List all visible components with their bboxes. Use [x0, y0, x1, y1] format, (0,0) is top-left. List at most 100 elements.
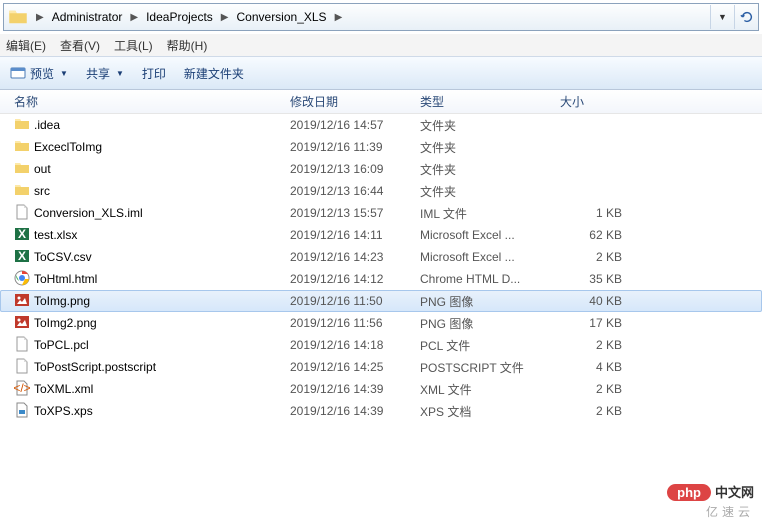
file-name: ToPCL.pcl [34, 338, 89, 352]
file-name: ToCSV.csv [34, 250, 92, 264]
file-row[interactable]: .idea 2019/12/16 14:57文件夹 [0, 114, 762, 136]
file-row[interactable]: ToHtml.html 2019/12/16 14:12Chrome HTML D… [0, 268, 762, 290]
menu-help[interactable]: 帮助(H) [167, 37, 208, 54]
menu-tools[interactable]: 工具(L) [114, 37, 153, 54]
file-date: 2019/12/16 14:23 [290, 250, 420, 264]
file-date: 2019/12/16 14:39 [290, 404, 420, 418]
breadcrumb-item[interactable]: Administrator [48, 8, 127, 26]
chevron-down-icon: ▼ [718, 12, 727, 22]
xml-icon: </> [14, 380, 30, 399]
file-name: Conversion_XLS.iml [34, 206, 143, 220]
file-date: 2019/12/16 14:25 [290, 360, 420, 374]
watermark-php: php [667, 484, 711, 501]
file-row[interactable]: Xtest.xlsx2019/12/16 14:11Microsoft Exce… [0, 224, 762, 246]
menu-edit[interactable]: 编辑(E) [6, 37, 46, 54]
file-date: 2019/12/16 14:12 [290, 272, 420, 286]
file-row[interactable]: out2019/12/13 16:09文件夹 [0, 158, 762, 180]
print-button[interactable]: 打印 [142, 65, 166, 82]
toolbar: 预览 ▼ 共享 ▼ 打印 新建文件夹 [0, 56, 762, 90]
image-icon [14, 292, 30, 311]
file-row[interactable]: ExceclToImg2019/12/16 11:39文件夹 [0, 136, 762, 158]
file-name: ToImg2.png [34, 316, 97, 330]
file-type: 文件夹 [420, 117, 560, 134]
svg-text:X: X [18, 227, 26, 241]
svg-text:</>: </> [14, 381, 30, 395]
watermark: php中文网 亿速云 [667, 482, 754, 520]
file-row[interactable]: ToPostScript.postscript 2019/12/16 14:25P… [0, 356, 762, 378]
file-row[interactable]: ToPCL.pcl2019/12/16 14:18PCL 文件2 KB [0, 334, 762, 356]
file-row[interactable]: ToXPS.xps 2019/12/16 14:39XPS 文档2 KB [0, 400, 762, 422]
breadcrumb-item[interactable]: IdeaProjects [142, 8, 217, 26]
file-size: 40 KB [560, 294, 640, 308]
preview-label: 预览 [30, 65, 54, 82]
file-type: IML 文件 [420, 205, 560, 222]
file-name: ToXPS.xps [34, 404, 93, 418]
file-size: 2 KB [560, 338, 640, 352]
file-size: 35 KB [560, 272, 640, 286]
file-date: 2019/12/13 16:09 [290, 162, 420, 176]
file-type: PCL 文件 [420, 337, 560, 354]
file-size: 17 KB [560, 316, 640, 330]
file-name: .idea [34, 118, 60, 132]
file-row[interactable]: ToImg.png2019/12/16 11:50PNG 图像40 KB [0, 290, 762, 312]
menu-view[interactable]: 查看(V) [60, 37, 100, 54]
watermark-cn: 中文网 [715, 485, 754, 500]
preview-icon [10, 65, 26, 81]
file-name: ToPostScript.postscript [34, 360, 156, 374]
file-date: 2019/12/13 16:44 [290, 184, 420, 198]
file-date: 2019/12/16 11:56 [290, 316, 420, 330]
header-size[interactable]: 大小 [560, 93, 640, 110]
header-type[interactable]: 类型 [420, 93, 560, 110]
refresh-icon [740, 10, 754, 24]
chrome-icon [14, 270, 30, 289]
header-name[interactable]: 名称 [0, 93, 290, 110]
share-label: 共享 [86, 65, 110, 82]
file-type: Chrome HTML D... [420, 272, 560, 286]
file-type: PNG 图像 [420, 315, 560, 332]
folder-icon [14, 138, 30, 157]
chevron-right-icon: ▶ [126, 12, 142, 23]
file-icon [14, 204, 30, 223]
new-folder-button[interactable]: 新建文件夹 [184, 65, 244, 82]
file-row[interactable]: src2019/12/13 16:44文件夹 [0, 180, 762, 202]
folder-icon [14, 182, 30, 201]
chevron-down-icon: ▼ [116, 69, 124, 78]
file-type: XPS 文档 [420, 403, 560, 420]
file-date: 2019/12/13 15:57 [290, 206, 420, 220]
file-date: 2019/12/16 11:39 [290, 140, 420, 154]
file-type: 文件夹 [420, 139, 560, 156]
breadcrumb[interactable]: ▶ Administrator ▶ IdeaProjects ▶ Convers… [3, 3, 759, 31]
excel-icon: X [14, 226, 30, 245]
header-date[interactable]: 修改日期 [290, 93, 420, 110]
file-date: 2019/12/16 14:39 [290, 382, 420, 396]
file-name: ToImg.png [34, 294, 90, 308]
file-size: 1 KB [560, 206, 640, 220]
breadcrumb-item[interactable]: Conversion_XLS [233, 8, 331, 26]
file-row[interactable]: Conversion_XLS.iml 2019/12/13 15:57IML 文件… [0, 202, 762, 224]
preview-button[interactable]: 预览 ▼ [10, 65, 68, 82]
column-headers: 名称 修改日期 类型 大小 [0, 90, 762, 114]
file-row[interactable]: X ToCSV.csv 2019/12/16 14:23Microsoft Exce… [0, 246, 762, 268]
file-date: 2019/12/16 14:11 [290, 228, 420, 242]
folder-icon [14, 116, 30, 135]
dropdown-button[interactable]: ▼ [710, 5, 734, 29]
svg-text:X: X [18, 249, 26, 263]
chevron-right-icon: ▶ [217, 12, 233, 23]
file-name: test.xlsx [34, 228, 77, 242]
file-list: .idea2019/12/16 14:57文件夹ExceclToImg2019/… [0, 114, 762, 422]
refresh-button[interactable] [734, 5, 758, 29]
menu-bar: 编辑(E) 查看(V) 工具(L) 帮助(H) [0, 34, 762, 56]
file-size: 2 KB [560, 382, 640, 396]
share-button[interactable]: 共享 ▼ [86, 65, 124, 82]
file-size: 2 KB [560, 404, 640, 418]
file-row[interactable]: ToImg2.png 2019/12/16 11:56PNG 图像17 KB [0, 312, 762, 334]
file-date: 2019/12/16 14:57 [290, 118, 420, 132]
file-type: Microsoft Excel ... [420, 250, 560, 264]
file-row[interactable]: </>ToXML.xml2019/12/16 14:39XML 文件2 KB [0, 378, 762, 400]
file-type: PNG 图像 [420, 293, 560, 310]
folder-icon [14, 160, 30, 179]
file-name: ToHtml.html [34, 272, 97, 286]
file-type: POSTSCRIPT 文件 [420, 359, 560, 376]
xps-icon [14, 402, 30, 421]
folder-icon [8, 7, 28, 27]
